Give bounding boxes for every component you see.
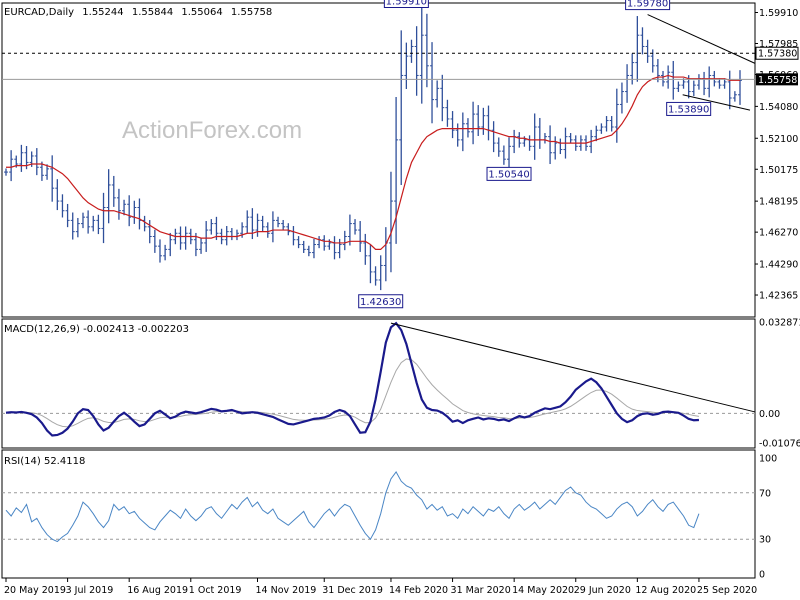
x-tick-label: 16 Aug 2019	[127, 585, 188, 596]
price-callout: 1.59910	[383, 0, 429, 9]
header-high: 1.55844	[132, 7, 173, 18]
dashed-level-label: 1.57380	[758, 49, 797, 60]
price-y-tick-label: 1.50175	[759, 165, 798, 176]
rsi-frame	[1, 449, 756, 579]
x-tick-label: 31 Mar 2020	[451, 585, 511, 596]
rsi-y-tick-label: 100	[759, 454, 777, 465]
macd-y-tick-label: -0.010762	[759, 439, 800, 450]
price-y-tick-label: 1.44290	[759, 260, 798, 271]
price-y-tick-label: 1.59910	[759, 8, 798, 19]
header-close: 1.55758	[231, 7, 272, 18]
x-tick-label: 3 Jul 2019	[66, 585, 114, 596]
price-y-tick-label: 1.54080	[759, 102, 798, 113]
x-tick-label: 12 Aug 2020	[635, 585, 696, 596]
x-tick-label: 25 Sep 2020	[697, 585, 757, 596]
price-y-tick-label: 1.42365	[759, 291, 798, 302]
price-header: EURCAD,Daily 1.55244 1.55844 1.55064 1.5…	[4, 7, 272, 18]
rsi-title: RSI(14) 52.4118	[4, 456, 85, 467]
rsi-y-tick-label: 70	[759, 488, 771, 499]
x-tick-label: 31 Dec 2019	[322, 585, 383, 596]
x-tick-label: 1 Oct 2019	[189, 585, 242, 596]
rsi-y-tick-label: 0	[759, 570, 765, 581]
chart-canvas: ActionForex.com EURCAD,Daily 1.55244 1.5…	[1, 0, 800, 596]
rsi-y-tick-label: 30	[759, 535, 771, 546]
macd-title: MACD(12,26,9) -0.002413 -0.002203	[4, 324, 189, 335]
current-price-label: 1.55758	[758, 75, 797, 86]
price-callout-label: 1.59910	[386, 0, 427, 8]
price-y-tick-label: 1.48195	[759, 197, 798, 208]
price-callout: 1.53890	[666, 101, 712, 116]
price-y-tick-label: 1.46270	[759, 228, 798, 239]
price-callout: 1.59780	[625, 0, 671, 11]
macd-y-tick-label: 0.032871	[759, 318, 800, 329]
watermark: ActionForex.com	[122, 117, 302, 144]
x-tick-label: 14 Nov 2019	[256, 585, 317, 596]
price-callout-label: 1.42630	[360, 297, 401, 308]
x-tick-label: 20 May 2019	[4, 585, 66, 596]
x-tick-label: 14 May 2020	[512, 585, 574, 596]
header-open: 1.55244	[82, 7, 123, 18]
price-callout-label: 1.50540	[488, 169, 529, 180]
header-low: 1.55064	[181, 7, 222, 18]
price-callout: 1.42630	[358, 294, 404, 309]
x-tick-label: 29 Jun 2020	[574, 585, 631, 596]
price-callout-label: 1.59780	[627, 0, 668, 10]
price-callout-label: 1.53890	[668, 104, 709, 115]
price-callout: 1.50540	[486, 166, 532, 181]
chart-window: ActionForex.com EURCAD,Daily 1.55244 1.5…	[0, 0, 800, 600]
header-symbol: EURCAD,Daily	[4, 7, 74, 18]
x-tick-label: 14 Feb 2020	[389, 585, 448, 596]
price-y-tick-label: 1.52100	[759, 134, 798, 145]
macd-y-tick-label: 0.00	[759, 409, 780, 420]
